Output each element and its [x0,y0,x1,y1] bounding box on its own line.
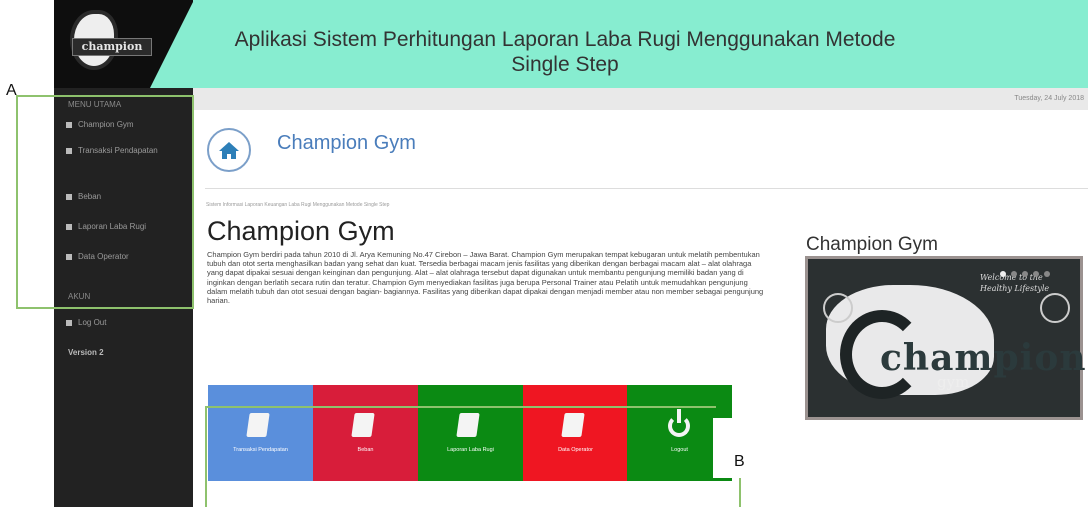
book-icon [561,413,585,437]
home-icon[interactable] [207,128,251,172]
annotation-label-b: B [734,453,745,470]
version-label: Version 2 [68,348,104,357]
carousel-prev-button[interactable] [823,293,853,323]
book-icon [246,413,270,437]
date-display: Tuesday, 24 July 2018 [1014,95,1084,102]
carousel-indicators[interactable] [1000,264,1055,282]
tile-label: Transaksi Pendapatan [233,447,288,453]
carousel-next-button[interactable] [1040,293,1070,323]
content-title: Champion Gym [207,216,395,246]
header-wedge [150,0,194,88]
tile-data-operator[interactable]: Data Operator [523,385,628,481]
annotation-box-b-right [739,478,741,507]
tile-transaksi-pendapatan[interactable]: Transaksi Pendapatan [208,385,313,481]
breadcrumb: Sistem Informasi Laporan Keuangan Laba R… [206,202,390,208]
sidebar-item-label: Log Out [78,318,107,327]
carousel-dot[interactable] [1033,271,1039,277]
top-strip [193,88,1088,110]
page-title: Champion Gym [277,132,416,154]
photo-sub-text: gym [937,373,970,391]
annotation-box-a [16,95,194,309]
tile-beban[interactable]: Beban [313,385,418,481]
power-icon-line [677,409,681,423]
carousel-dot[interactable] [1011,271,1017,277]
gallery-title: Champion Gym [806,234,938,255]
sidebar-item-logout[interactable]: Log Out [66,318,106,328]
app-title: Aplikasi Sistem Perhitungan Laporan Laba… [234,28,896,76]
book-icon [456,413,480,437]
tile-label: Laporan Laba Rugi [447,447,494,453]
carousel-dot[interactable] [1000,271,1006,277]
logo-text: champion [72,38,152,56]
photo-brand-text: champion [880,337,1087,379]
annotation-label-a: A [6,82,17,99]
content-paragraph: Champion Gym berdiri pada tahun 2010 di … [207,250,764,306]
power-icon [66,319,72,326]
annotation-box-b-top [205,406,716,408]
tile-laporan-laba-rugi[interactable]: Laporan Laba Rugi [418,385,523,481]
annotation-box-b-left [205,406,207,507]
carousel-dot[interactable] [1022,271,1028,277]
book-icon [351,413,375,437]
divider [205,188,1088,189]
carousel-dot[interactable] [1044,271,1050,277]
tile-label: Data Operator [558,447,593,453]
tile-label: Beban [357,447,374,453]
